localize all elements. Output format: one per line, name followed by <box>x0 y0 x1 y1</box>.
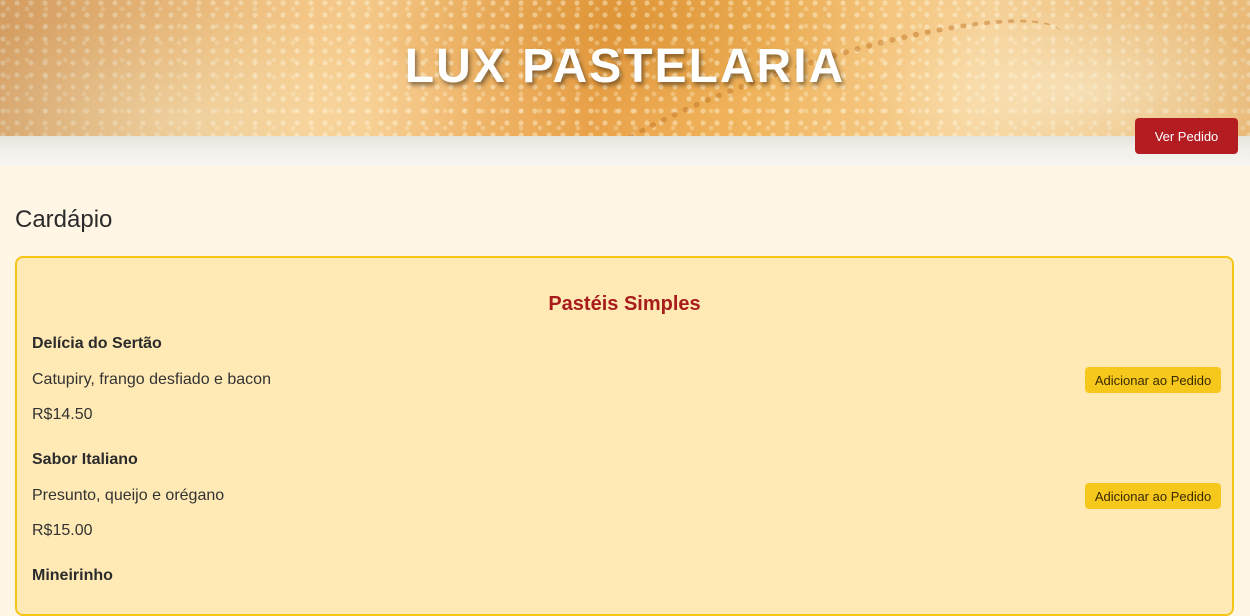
item-name: Sabor Italiano <box>32 451 138 468</box>
menu-item: Sabor Italiano Presunto, queijo e orégan… <box>32 450 1222 560</box>
item-description: Presunto, queijo e orégano <box>32 487 225 504</box>
header-divider <box>0 136 1250 166</box>
menu-item: Delícia do Sertão Catupiry, frango desfi… <box>32 334 1222 444</box>
item-price: R$15.00 <box>32 522 93 539</box>
menu-category-panel: Pastéis Simples Delícia do Sertão Catupi… <box>15 256 1234 616</box>
category-title: Pastéis Simples <box>548 293 701 315</box>
add-to-order-button[interactable]: Adicionar ao Pedido <box>1085 483 1221 509</box>
hero-banner: LUX PASTELARIA <box>0 0 1250 136</box>
add-to-order-button[interactable]: Adicionar ao Pedido <box>1085 367 1221 393</box>
item-name: Mineirinho <box>32 567 113 584</box>
view-order-button[interactable]: Ver Pedido <box>1135 118 1238 154</box>
item-name: Delícia do Sertão <box>32 335 162 352</box>
site-title: LUX PASTELARIA <box>404 40 846 93</box>
menu-item: Mineirinho <box>32 566 1222 606</box>
item-description: Catupiry, frango desfiado e bacon <box>32 371 271 388</box>
menu-section-title: Cardápio <box>15 206 113 233</box>
item-price: R$14.50 <box>32 406 93 423</box>
